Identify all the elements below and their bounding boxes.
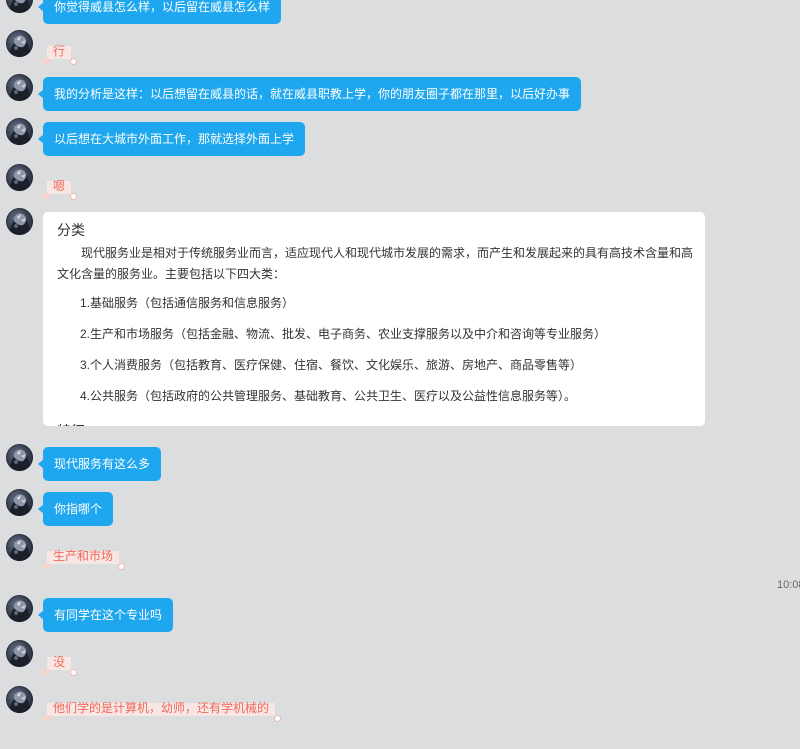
card-list-item: 3.个人消费服务（包括教育、医疗保健、住宿、餐饮、文化娱乐、旅游、房地产、商品零… [80, 358, 583, 372]
avatar[interactable] [6, 74, 33, 101]
avatar-image [8, 691, 31, 713]
avatar-image [8, 600, 31, 622]
avatar-image [8, 213, 31, 235]
avatar-image [8, 79, 31, 101]
avatar[interactable] [6, 30, 33, 57]
message-bubble: 我的分析是这样：以后想留在威县的话，就在威县职教上学，你的朋友圈子都在那里，以后… [37, 77, 582, 111]
timestamp: 10:08 [777, 579, 800, 591]
message-bubble: 你觉得威县怎么样，以后留在威县怎么样 [37, 0, 282, 24]
card-intro: 现代服务业是相对于传统服务业而言，适应现代人和现代城市发展的需求，而产生和发展起… [57, 246, 694, 281]
avatar[interactable] [6, 118, 33, 145]
message-bubble: 你指哪个 [37, 492, 114, 526]
avatar-image [8, 539, 31, 561]
message-bubble: 有同学在这个专业吗 [37, 598, 174, 632]
avatar[interactable] [6, 686, 33, 713]
message-bubble-pink: 生产和市场 [40, 545, 126, 570]
avatar-image [8, 35, 31, 57]
message-bubble: 以后想在大城市外面工作，那就选择外面上学 [37, 122, 306, 156]
avatar[interactable] [6, 444, 33, 471]
avatar[interactable] [6, 640, 33, 667]
shared-article-card[interactable]: 分类 现代服务业是相对于传统服务业而言，适应现代人和现代城市发展的需求，而产生和… [43, 212, 705, 426]
message-bubble-pink: 他们学的是计算机，幼师，还有学机械的 [40, 697, 282, 722]
avatar[interactable] [6, 489, 33, 516]
card-heading-cut: 特征 [57, 421, 85, 426]
avatar-image [8, 123, 31, 145]
avatar[interactable] [6, 208, 33, 235]
avatar[interactable] [6, 0, 33, 13]
avatar[interactable] [6, 534, 33, 561]
message-bubble: 现代服务有这么多 [37, 447, 162, 481]
avatar-image [8, 494, 31, 516]
avatar[interactable] [6, 164, 33, 191]
avatar-image [8, 645, 31, 667]
avatar-image [8, 169, 31, 191]
avatar-image [8, 0, 31, 13]
message-bubble-pink: 行 [40, 40, 78, 65]
card-list-item: 4.公共服务（包括政府的公共管理服务、基础教育、公共卫生、医疗以及公益性信息服务… [80, 389, 577, 403]
message-bubble-pink: 嗯 [40, 175, 78, 200]
message-bubble-pink: 没 [40, 651, 78, 676]
avatar-image [8, 449, 31, 471]
card-list-item: 2.生产和市场服务（包括金融、物流、批发、电子商务、农业支撑服务以及中介和咨询等… [80, 327, 607, 341]
avatar[interactable] [6, 595, 33, 622]
card-list-item: 1.基础服务（包括通信服务和信息服务） [80, 296, 295, 310]
card-title: 分类 [57, 222, 85, 238]
